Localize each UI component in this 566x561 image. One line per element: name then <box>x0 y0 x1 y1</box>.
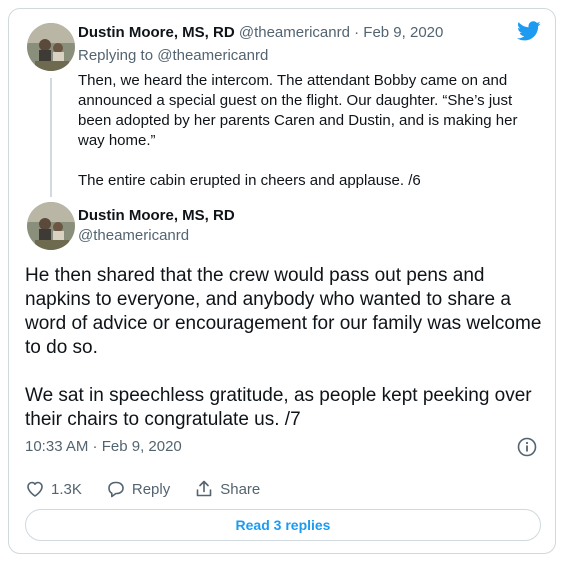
twitter-bird-icon[interactable] <box>517 19 541 43</box>
thread-connector-line <box>50 78 52 197</box>
reply-bubble-icon <box>108 481 124 498</box>
tweet-card: Dustin Moore, MS, RD @theamericanrd · Fe… <box>8 8 556 554</box>
replying-to-label: Replying to <box>78 47 154 64</box>
tweet-timestamp[interactable]: 10:33 AM · Feb 9, 2020 <box>25 438 182 455</box>
tweet-paragraph: We sat in speechless gratitude, as peopl… <box>25 385 532 430</box>
share-button[interactable]: Share <box>194 479 260 499</box>
tweet-paragraph: He then shared that the crew would pass … <box>25 265 542 358</box>
share-icon <box>196 480 212 497</box>
heart-icon <box>27 481 43 497</box>
avatar[interactable] <box>27 202 75 250</box>
read-replies-button[interactable]: Read 3 replies <box>25 509 541 541</box>
author-handle[interactable]: @theamericanrd <box>239 24 350 41</box>
like-count: 1.3K <box>51 480 82 498</box>
main-author-handle[interactable]: @theamericanrd <box>78 227 189 244</box>
tweet-actions: 1.3K Reply Share <box>25 479 284 499</box>
quoted-tweet-header: Dustin Moore, MS, RD @theamericanrd · Fe… <box>78 24 443 41</box>
author-name[interactable]: Dustin Moore, MS, RD <box>78 24 235 41</box>
quoted-tweet-text: Then, we heard the intercom. The attenda… <box>78 71 528 211</box>
tweet-paragraph: The entire cabin erupted in cheers and a… <box>78 172 421 189</box>
tweet-date[interactable]: Feb 9, 2020 <box>363 24 443 41</box>
separator: · <box>354 24 360 41</box>
replying-to-handle[interactable]: @theamericanrd <box>157 47 268 64</box>
replying-to: Replying to @theamericanrd <box>78 47 268 64</box>
info-icon[interactable] <box>517 437 537 457</box>
tweet-paragraph: Then, we heard the intercom. The attenda… <box>78 72 518 149</box>
reply-button[interactable]: Reply <box>106 479 170 499</box>
main-author-name[interactable]: Dustin Moore, MS, RD <box>78 207 235 224</box>
share-label: Share <box>220 480 261 498</box>
main-tweet-text: He then shared that the crew would pass … <box>25 264 545 456</box>
reply-label: Reply <box>131 480 171 498</box>
avatar[interactable] <box>27 23 75 71</box>
like-button[interactable]: 1.3K <box>25 479 82 499</box>
